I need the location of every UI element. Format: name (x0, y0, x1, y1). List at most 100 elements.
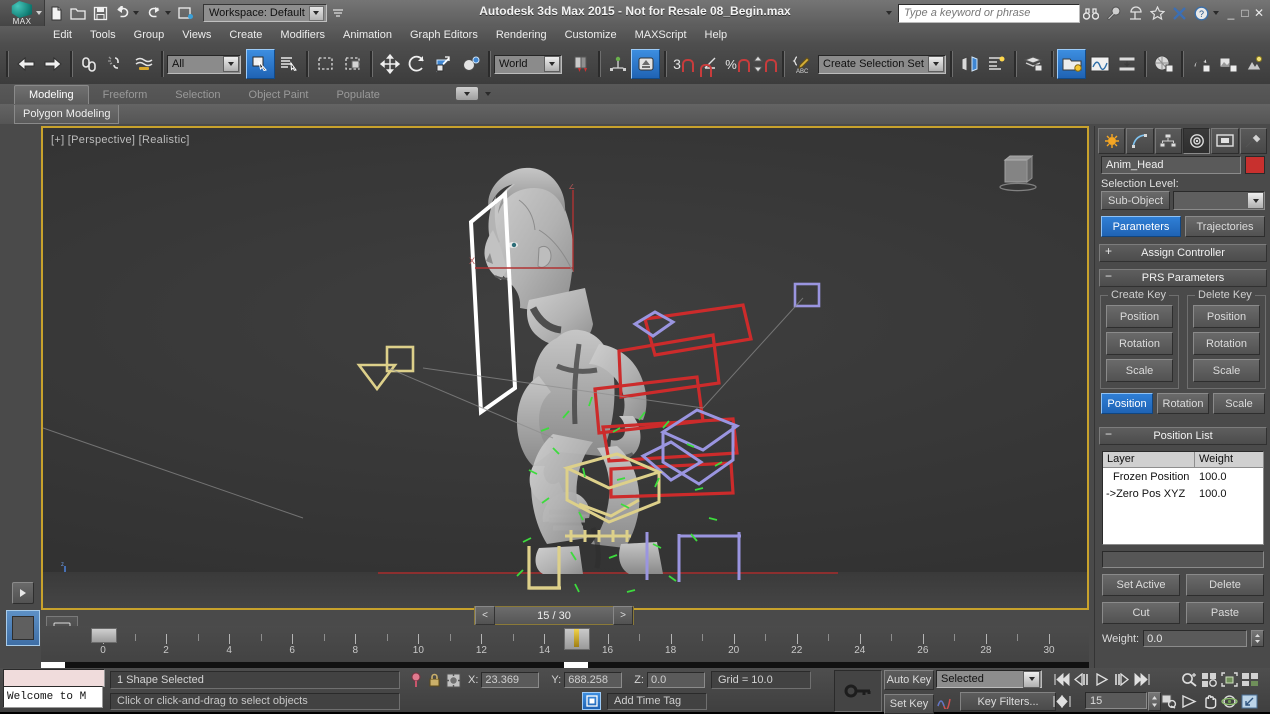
zoom-all-icon[interactable] (1200, 670, 1219, 688)
key-filters-button[interactable]: Key Filters... (960, 692, 1056, 711)
perspective-viewport[interactable]: [+] [Perspective] [Realistic] z (43, 128, 1087, 608)
maximize-button[interactable]: □ (1238, 4, 1252, 22)
position-list-rollout[interactable]: − Position List (1099, 427, 1267, 445)
help-dropdown-icon[interactable] (1213, 11, 1219, 15)
select-move-icon[interactable] (376, 50, 403, 78)
play-icon[interactable] (1092, 670, 1111, 688)
coordinate-z[interactable]: Z: 0.0 (634, 672, 705, 688)
binoculars-icon[interactable] (1080, 2, 1102, 24)
redo-icon[interactable] (39, 50, 66, 78)
ribbon-tab-selection[interactable]: Selection (161, 86, 234, 104)
hierarchy-tab-icon[interactable] (1155, 128, 1182, 154)
coord-field-y[interactable]: 688.258 (564, 672, 622, 688)
track-bar[interactable]: 024681012141618202224262830 (41, 626, 1089, 672)
save-icon[interactable] (89, 2, 111, 24)
chevron-down-icon[interactable] (309, 6, 324, 21)
create-key-position-button[interactable]: Position (1106, 305, 1173, 328)
schematic-view-icon[interactable] (1113, 50, 1140, 78)
layer-explorer-icon[interactable] (1020, 50, 1047, 78)
create-key-rotation-button[interactable]: Rotation (1106, 332, 1173, 355)
edit-named-selection-icon[interactable]: ABC (788, 50, 815, 78)
menu-item-animation[interactable]: Animation (334, 26, 401, 44)
chevron-down-icon[interactable] (1023, 671, 1040, 688)
modify-tab-icon[interactable] (1126, 128, 1153, 154)
delete-button[interactable]: Delete (1186, 574, 1264, 596)
set-active-button[interactable]: Set Active (1102, 574, 1180, 596)
maxscript-input-field[interactable] (3, 669, 105, 687)
maxscript-output-field[interactable]: Welcome to M (3, 686, 103, 708)
chevron-down-icon[interactable] (223, 56, 239, 72)
menu-item-create[interactable]: Create (220, 26, 271, 44)
help-icon[interactable]: ? (1190, 2, 1212, 24)
set-key-button[interactable]: Set Key (884, 694, 934, 714)
column-header-weight[interactable]: Weight (1195, 452, 1263, 467)
undo-icon[interactable] (111, 2, 133, 24)
cut-button[interactable]: Cut (1102, 602, 1180, 624)
close-button[interactable]: ✕ (1252, 4, 1266, 22)
select-scale-icon[interactable] (430, 50, 457, 78)
rollout-collapse-icon[interactable]: − (1105, 269, 1112, 283)
menu-item-modifiers[interactable]: Modifiers (271, 26, 334, 44)
workspace-selector[interactable]: Workspace: Default (203, 4, 327, 22)
go-to-start-icon[interactable] (1052, 670, 1071, 688)
menu-item-help[interactable]: Help (696, 26, 737, 44)
use-selection-center-icon[interactable] (604, 50, 631, 78)
key-marker-frame-0[interactable] (91, 628, 117, 643)
next-frame-arrow[interactable]: > (613, 606, 633, 625)
utilities-tab-icon[interactable] (1240, 128, 1267, 154)
create-key-scale-button[interactable]: Scale (1106, 359, 1173, 382)
redo-icon[interactable] (143, 2, 165, 24)
key-mode-nav-icon[interactable] (1052, 692, 1071, 710)
select-object-icon[interactable] (246, 49, 275, 79)
satellite-icon[interactable] (1124, 2, 1146, 24)
sub-object-button[interactable]: Sub-Object (1101, 191, 1170, 210)
object-color-swatch[interactable] (1245, 156, 1265, 174)
minimize-button[interactable]: _ (1224, 4, 1238, 22)
title-overflow-icon[interactable] (886, 11, 892, 15)
use-pivot-center-icon[interactable] (567, 50, 594, 78)
placement-icon[interactable] (457, 50, 484, 78)
prs-parameters-rollout[interactable]: − PRS Parameters (1099, 269, 1267, 287)
maxscript-mini-listener[interactable]: Welcome to M (3, 669, 103, 709)
angle-snap-icon[interactable] (697, 50, 724, 78)
ribbon-tab-populate[interactable]: Populate (322, 86, 393, 104)
application-menu-button[interactable]: MAX (0, 0, 45, 26)
menu-item-group[interactable]: Group (125, 26, 174, 44)
named-selection-set-combo[interactable]: Create Selection Set (818, 55, 946, 74)
trajectories-button[interactable]: Trajectories (1185, 216, 1265, 237)
snap-toggle-icon[interactable]: 3 (670, 50, 697, 78)
mirror-icon[interactable] (956, 50, 983, 78)
previous-frame-arrow[interactable]: < (475, 606, 495, 625)
workspace-overflow-icon[interactable] (327, 2, 349, 24)
menu-item-views[interactable]: Views (173, 26, 220, 44)
paste-button[interactable]: Paste (1186, 602, 1264, 624)
lock-selection-icon[interactable] (425, 671, 444, 689)
ribbon-display-toggle[interactable] (455, 86, 479, 101)
list-item[interactable]: Frozen Position 100.0 (1103, 468, 1263, 485)
wrench-icon[interactable] (1102, 2, 1124, 24)
menu-item-rendering[interactable]: Rendering (487, 26, 556, 44)
parameters-button[interactable]: Parameters (1101, 216, 1181, 237)
delete-key-rotation-button[interactable]: Rotation (1193, 332, 1260, 355)
object-name-field[interactable]: Anim_Head (1101, 156, 1241, 174)
previous-frame-icon[interactable] (1072, 670, 1091, 688)
undo-icon[interactable] (12, 50, 39, 78)
spinner-snap-icon[interactable] (751, 50, 778, 78)
search-input[interactable]: Type a keyword or phrase (898, 4, 1080, 23)
current-frame-field[interactable]: 15 (1085, 692, 1147, 709)
time-slider[interactable]: < 15 / 30 > (474, 606, 634, 625)
percent-snap-icon[interactable]: % (724, 50, 751, 78)
chevron-down-icon[interactable] (1247, 192, 1264, 209)
menu-item-graph-editors[interactable]: Graph Editors (401, 26, 487, 44)
viewport-frame[interactable]: [+] [Perspective] [Realistic] z (41, 126, 1089, 610)
coordinate-x[interactable]: X: 23.369 (468, 672, 539, 688)
unlink-icon[interactable] (103, 50, 130, 78)
assign-controller-rollout[interactable]: + Assign Controller (1099, 244, 1267, 262)
absolute-relative-icon[interactable] (444, 671, 463, 689)
go-to-end-icon[interactable] (1132, 670, 1151, 688)
chevron-down-icon[interactable] (928, 56, 944, 72)
select-rotate-icon[interactable] (403, 50, 430, 78)
rollout-expand-icon[interactable]: + (1105, 244, 1112, 258)
reference-coordinate-combo[interactable]: World (494, 55, 562, 74)
menu-item-edit[interactable]: Edit (44, 26, 81, 44)
